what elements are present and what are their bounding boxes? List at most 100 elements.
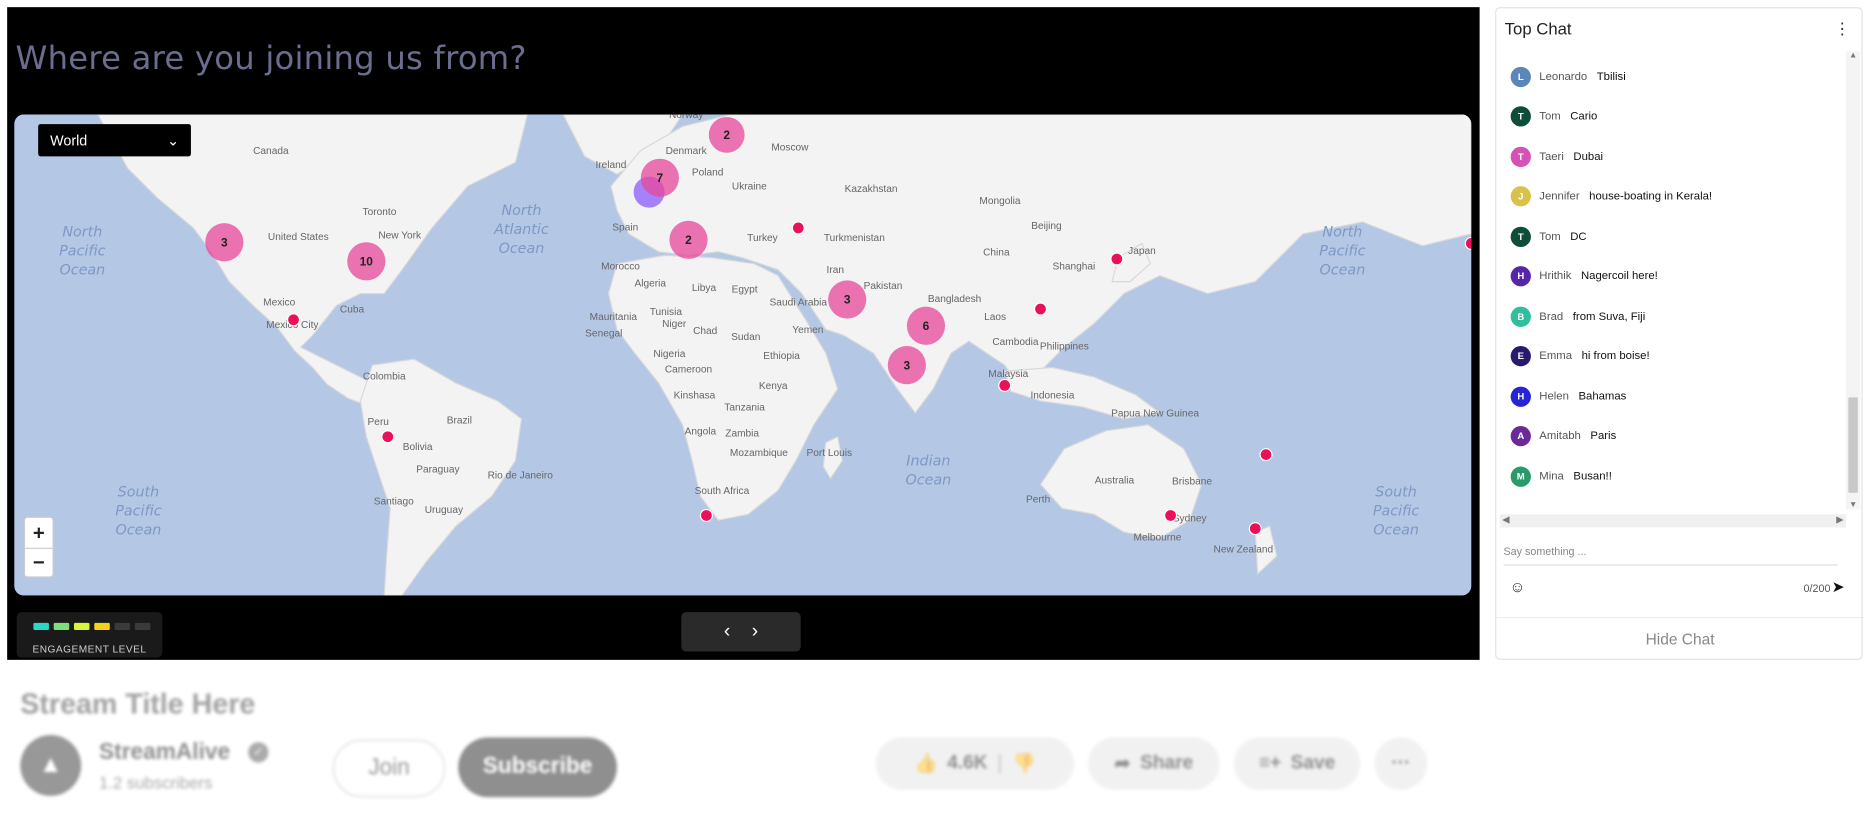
place-label: Bolivia xyxy=(403,442,433,453)
channel-name[interactable]: StreamAlive xyxy=(99,740,230,766)
chevron-right-icon[interactable]: › xyxy=(752,621,758,642)
chat-scrollbar[interactable]: ▲ ▼ xyxy=(1845,51,1861,510)
scroll-left-icon[interactable]: ◀ xyxy=(1502,514,1509,525)
location-cluster[interactable]: 6 xyxy=(906,306,946,345)
chat-message: B Brad from Suva, Fiji xyxy=(1510,304,1645,328)
location-dot[interactable] xyxy=(791,221,805,235)
chat-input[interactable]: Say something ... xyxy=(1503,545,1838,566)
place-label: Denmark xyxy=(666,146,708,157)
emoji-icon[interactable]: ☺ xyxy=(1509,578,1525,596)
place-label: Beijing xyxy=(1031,221,1061,232)
chat-author: Brad xyxy=(1539,309,1564,323)
chat-text: Tbilisi xyxy=(1596,69,1626,83)
place-label: Ethiopia xyxy=(763,351,800,362)
place-label: Sudan xyxy=(731,332,760,343)
place-label: South Africa xyxy=(695,486,750,497)
save-button[interactable]: ≡+ Save xyxy=(1233,737,1361,790)
scroll-right-icon[interactable]: ▶ xyxy=(1836,514,1843,525)
place-label: Bangladesh xyxy=(928,294,981,305)
avatar: T xyxy=(1510,106,1531,127)
thumbs-up-icon[interactable]: 👍 xyxy=(914,752,938,776)
subscribe-button[interactable]: Subscribe xyxy=(458,737,617,798)
more-vert-icon[interactable]: ⋮ xyxy=(1834,19,1851,39)
chat-scrollbar-thumb[interactable] xyxy=(1848,397,1858,493)
chat-message: M Mina Busan!! xyxy=(1510,464,1612,488)
chat-horizontal-scrollbar[interactable]: ◀ ▶ xyxy=(1499,514,1846,528)
location-dot[interactable] xyxy=(1248,522,1262,536)
chat-text: Dubai xyxy=(1573,149,1604,163)
location-cluster[interactable]: 7 xyxy=(640,158,679,197)
channel-avatar[interactable]: ▲ xyxy=(20,735,82,796)
save-label: Save xyxy=(1290,752,1336,774)
place-label: Mexico xyxy=(263,297,295,308)
cluster-count: 6 xyxy=(923,319,930,333)
engagement-bar xyxy=(53,622,70,631)
location-dot[interactable] xyxy=(1164,508,1178,523)
location-cluster[interactable]: 2 xyxy=(669,220,708,259)
place-label: Cambodia xyxy=(992,337,1039,348)
location-dot[interactable] xyxy=(699,508,713,523)
location-dot[interactable] xyxy=(998,378,1012,392)
cluster-count: 2 xyxy=(723,128,730,142)
chat-message: A Amitabh Paris xyxy=(1510,424,1617,448)
place-label: Mozambique xyxy=(730,448,788,459)
place-label: Ireland xyxy=(595,160,626,171)
place-label: Paraguay xyxy=(416,465,460,476)
location-cluster[interactable]: 3 xyxy=(887,346,926,385)
like-count[interactable]: 4.6K xyxy=(947,753,987,774)
avatar: J xyxy=(1510,186,1531,207)
chat-message: T Taeri Dubai xyxy=(1510,144,1604,168)
world-map[interactable]: North Pacific Ocean North Atlantic Ocean North… xyxy=(14,114,1472,596)
location-dot[interactable] xyxy=(1259,448,1273,462)
place-label: Colombia xyxy=(363,371,406,382)
place-label: Rio de Janeiro xyxy=(488,470,554,481)
place-label: Canada xyxy=(253,146,289,157)
avatar: H xyxy=(1510,386,1531,407)
share-label: Share xyxy=(1140,752,1194,774)
location-cluster[interactable]: 3 xyxy=(205,223,244,262)
engagement-bar xyxy=(73,622,90,631)
location-cluster[interactable]: 10 xyxy=(347,242,386,281)
chat-text: Nagercoil here! xyxy=(1580,269,1658,283)
region-select-value: World xyxy=(50,131,88,149)
location-dot[interactable] xyxy=(381,430,395,444)
location-cluster[interactable]: 2 xyxy=(708,116,745,153)
thumbs-down-icon[interactable]: 👎 xyxy=(1012,752,1036,776)
cluster-count: 2 xyxy=(685,233,692,247)
ocean-label: South Pacific Ocean xyxy=(115,484,161,538)
avatar: M xyxy=(1510,465,1531,487)
place-label: Iran xyxy=(827,265,844,276)
chat-author: Mina xyxy=(1539,469,1564,483)
chat-message-list[interactable]: L Leonardo Tbilisi T Tom Cario T Taeri Dubai J Jen… xyxy=(1496,51,1846,509)
location-dot[interactable] xyxy=(1033,302,1048,316)
map-canvas[interactable]: North Pacific Ocean North Atlantic Ocean North… xyxy=(14,114,1472,596)
place-label: Tanzania xyxy=(724,402,765,413)
share-button[interactable]: ➦ Share xyxy=(1088,737,1220,790)
place-label: China xyxy=(983,247,1010,258)
chevron-left-icon[interactable]: ‹ xyxy=(724,621,730,642)
place-label: Yemen xyxy=(792,325,823,336)
cluster-count: 10 xyxy=(360,254,374,268)
place-label: New York xyxy=(378,231,422,242)
send-icon[interactable]: ➤ xyxy=(1832,578,1845,597)
cluster-count: 7 xyxy=(657,171,664,185)
char-counter: 0/200 xyxy=(1803,582,1831,595)
chevron-down-icon: ⌄ xyxy=(166,131,179,149)
chat-text: Paris xyxy=(1590,429,1617,443)
place-label: Japan xyxy=(1128,246,1156,257)
chat-message: T Tom Cario xyxy=(1510,104,1597,128)
location-cluster[interactable]: 3 xyxy=(828,280,867,319)
zoom-in-button[interactable]: + xyxy=(25,518,52,548)
location-dot[interactable] xyxy=(1110,252,1124,266)
engagement-bar xyxy=(134,622,151,631)
place-label: Laos xyxy=(984,312,1006,323)
place-label: Niger xyxy=(662,319,687,330)
join-button[interactable]: Join xyxy=(332,739,446,798)
scroll-down-icon[interactable]: ▼ xyxy=(1846,501,1860,509)
hide-chat-button[interactable]: Hide Chat xyxy=(1496,616,1864,660)
more-actions-button[interactable]: ··· xyxy=(1374,737,1428,790)
region-select[interactable]: World ⌄ xyxy=(38,124,191,157)
zoom-out-button[interactable]: − xyxy=(25,547,53,578)
location-dot[interactable] xyxy=(286,313,301,327)
scroll-up-icon[interactable]: ▲ xyxy=(1846,51,1860,59)
